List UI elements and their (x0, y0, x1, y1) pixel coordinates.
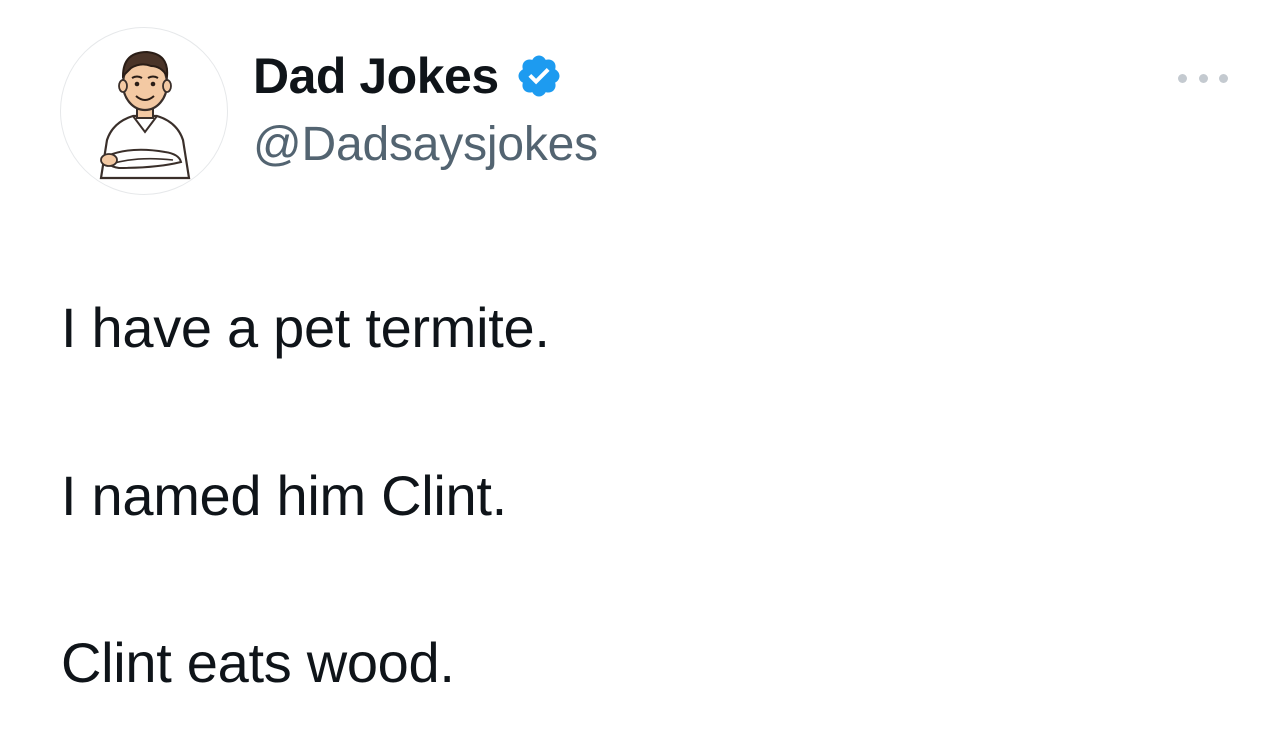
verified-badge-icon (515, 52, 563, 100)
cartoon-man-arms-crossed-icon (99, 50, 191, 180)
more-dot (1198, 73, 1208, 83)
more-options-icon[interactable] (1178, 64, 1228, 92)
author-name-row: Dad Jokes (253, 44, 563, 108)
more-dot (1219, 73, 1228, 83)
more-dot (1178, 73, 1187, 83)
tweet-text-line: Clint eats wood. (61, 631, 455, 694)
avatar[interactable] (60, 27, 228, 195)
tweet-card: Dad Jokes @Dadsaysjokes I have a pet ter… (0, 0, 1263, 733)
author-handle[interactable]: @Dadsaysjokes (253, 113, 598, 177)
tweet-text-line: I have a pet termite. (61, 296, 550, 359)
tweet-text-line: I named him Clint. (61, 464, 507, 527)
display-name[interactable]: Dad Jokes (253, 44, 499, 108)
